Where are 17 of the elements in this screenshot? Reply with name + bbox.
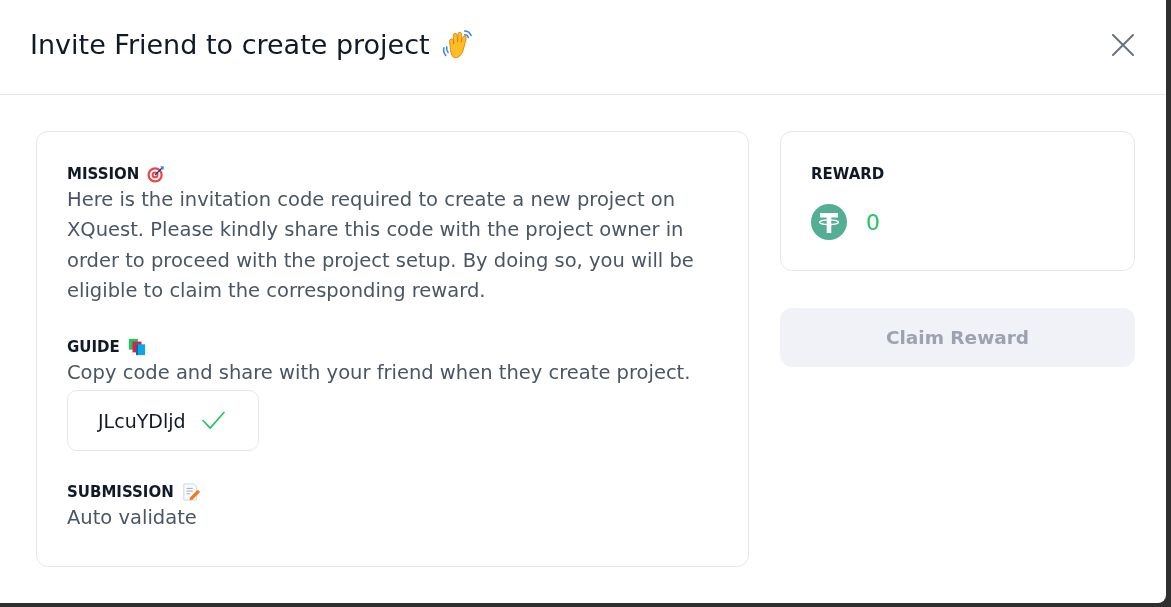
target-icon [147, 165, 166, 183]
waving-hand-icon [441, 28, 474, 61]
close-button[interactable] [1111, 32, 1135, 57]
reward-heading: REWARD [811, 164, 885, 185]
tether-coin-icon [811, 204, 847, 240]
guide-heading: GUIDE [67, 337, 120, 359]
dialog-title: Invite Friend to create project [30, 29, 430, 60]
submission-heading: SUBMISSION [67, 482, 174, 504]
mission-heading: MISSION [67, 164, 140, 185]
submission-description: Auto validate [67, 505, 198, 532]
guide-description: Copy code and share with your friend when they create project. [67, 360, 692, 387]
memo-icon [181, 483, 200, 502]
close-icon [1112, 33, 1134, 56]
books-icon [127, 338, 146, 357]
reward-amount: 0 [866, 209, 880, 235]
mission-description: Here is the invitation code required to create a new project on XQuest. Please kindly share this code with the project owner in order to proceed with the project setup. By doing so, you will be eligible to claim the corresponding reward. [67, 187, 695, 304]
invite-code-button[interactable]: JLcuYDljd [67, 390, 259, 452]
